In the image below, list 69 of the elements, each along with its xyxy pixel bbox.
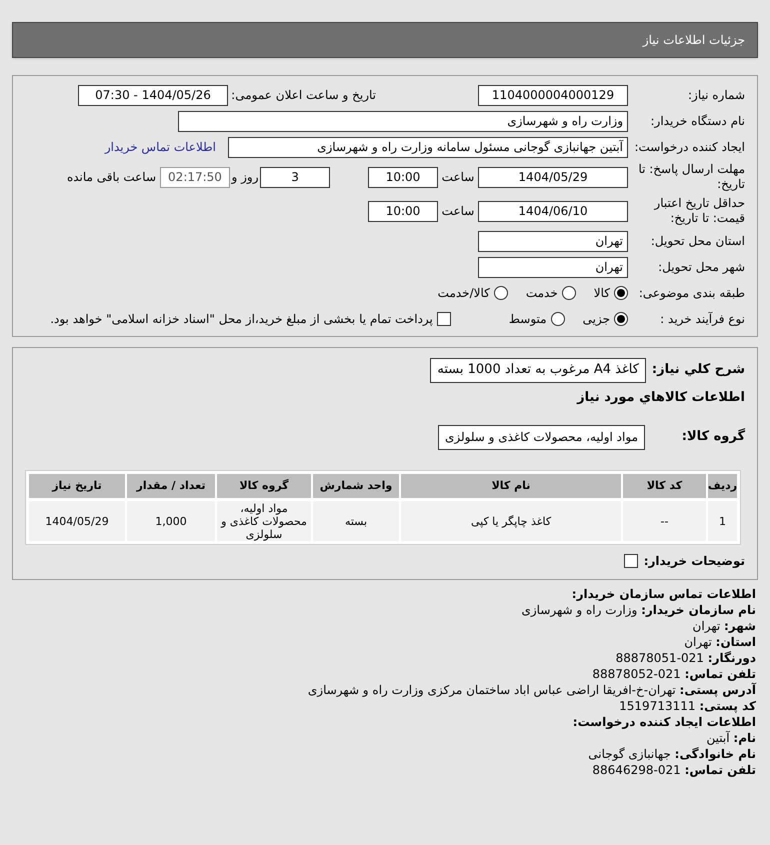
field-label: نوع فرآیند خرید : <box>659 312 745 326</box>
table-cell: مواد اولیه، محصولات کاغذی و سلولزی <box>217 501 311 541</box>
column-header: کد کالا <box>623 474 706 498</box>
field-label: ایجاد کننده درخواست: <box>633 140 745 154</box>
input-field[interactable]: 3 <box>260 166 330 188</box>
section-heading: اطلاعات كالاهاي مورد نياز <box>576 389 745 407</box>
input-field[interactable]: 1104000004000129 <box>478 84 628 106</box>
field-label: ساعت باقی مانده <box>66 170 156 184</box>
radio-button[interactable] <box>614 286 628 300</box>
input-field[interactable]: تهران <box>478 230 628 252</box>
timer-field[interactable]: 02:17:50 <box>160 166 230 188</box>
field-label: گروه کالا: <box>680 427 745 446</box>
page-title: جزئیات اطلاعات نیاز <box>642 32 745 49</box>
radio-button[interactable] <box>494 286 508 300</box>
field-label: استان محل تحویل: <box>650 234 745 248</box>
input-field[interactable]: 10:00 <box>368 166 438 188</box>
field-label: شهر محل تحویل: <box>657 260 745 274</box>
input-field[interactable]: 1404/05/29 <box>478 166 628 188</box>
field-label: تاریخ و ساعت اعلان عمومی: <box>230 88 376 102</box>
column-header: تعداد / مقدار <box>127 474 215 498</box>
section-heading: اطلاعات تماس سازمان خریدار: <box>570 586 756 602</box>
input-field[interactable]: تهران <box>478 256 628 278</box>
radio-label: جزیی <box>582 311 610 328</box>
radio-label: خدمت <box>526 285 558 302</box>
contact-line: شهر: تهران <box>692 618 756 634</box>
contact-line: آدرس پستی: تهران-خ-افریقا اراضی عباس اباد ساختمان مرکزی وزارت راه و شهرسازی <box>306 682 756 698</box>
table-cell: 1 <box>708 501 737 541</box>
field-label: طبقه بندی موضوعی: <box>638 286 745 300</box>
column-header: گروه کالا <box>217 474 311 498</box>
field-label: مهلت ارسال پاسخ: تا تاریخ: <box>637 162 745 192</box>
field-label: توضیحات خریدار: <box>644 553 745 570</box>
checkbox[interactable] <box>624 554 638 568</box>
radio-label: کالا/خدمت <box>438 285 490 302</box>
input-field[interactable]: آبتین جهانبازی گوجانی مسئول سامانه وزارت راه و شهرسازی <box>228 136 628 158</box>
table-cell: -- <box>623 501 706 541</box>
contact-line: استان: تهران <box>683 634 756 650</box>
table-cell: 1,000 <box>127 501 215 541</box>
contact-line: نام خانوادگی: جهانبازی گوجانی <box>587 746 756 762</box>
payment-note: پرداخت تمام یا بخشی از مبلغ خرید،از محل "اسناد خزانه اسلامی" خواهد بود. <box>50 311 433 328</box>
field-label: نام دستگاه خریدار: <box>650 114 745 128</box>
table-cell: بسته <box>313 501 399 541</box>
column-header: ردیف <box>708 474 737 498</box>
description-field[interactable]: کاغذ A4 مرغوب به تعداد 1000 بسته <box>430 358 646 382</box>
contact-line: نام سازمان خریدار: وزارت راه و شهرسازی <box>520 602 756 618</box>
checkbox[interactable] <box>436 312 451 326</box>
table-cell: 1404/05/29 <box>29 501 125 541</box>
group-field[interactable]: مواد اولیه، محصولات کاغذی و سلولزی <box>438 424 645 450</box>
radio-button[interactable] <box>614 312 628 326</box>
input-field[interactable]: 10:00 <box>368 200 438 222</box>
column-header: واحد شمارش <box>313 474 399 498</box>
field-label: ساعت <box>440 170 476 184</box>
input-field[interactable]: 1404/05/26 - 07:30 <box>78 84 228 106</box>
column-header: تاریخ نیاز <box>29 474 125 498</box>
input-field[interactable]: 1404/06/10 <box>478 200 628 222</box>
radio-label: متوسط <box>508 311 547 328</box>
column-header: نام کالا <box>401 474 621 498</box>
field-label: حداقل تاریخ اعتبار قیمت: تا تاریخ: <box>652 196 745 226</box>
radio-button[interactable] <box>550 312 565 326</box>
contact-line: نام: آبتین <box>706 730 756 746</box>
contact-link[interactable]: اطلاعات تماس خریدار <box>104 138 216 156</box>
table-cell: کاغذ چاپگر یا کپی <box>401 501 621 541</box>
field-label: شرح کلي نياز: <box>652 361 745 380</box>
field-label: ساعت <box>440 204 476 218</box>
section-heading: اطلاعات ایجاد کننده درخواست: <box>572 714 756 730</box>
field-label: شماره نیاز: <box>687 88 745 102</box>
field-label: روز و <box>230 170 260 184</box>
radio-button[interactable] <box>562 286 576 300</box>
input-field[interactable]: وزارت راه و شهرسازی <box>178 110 628 132</box>
radio-label: کالا <box>594 285 610 302</box>
